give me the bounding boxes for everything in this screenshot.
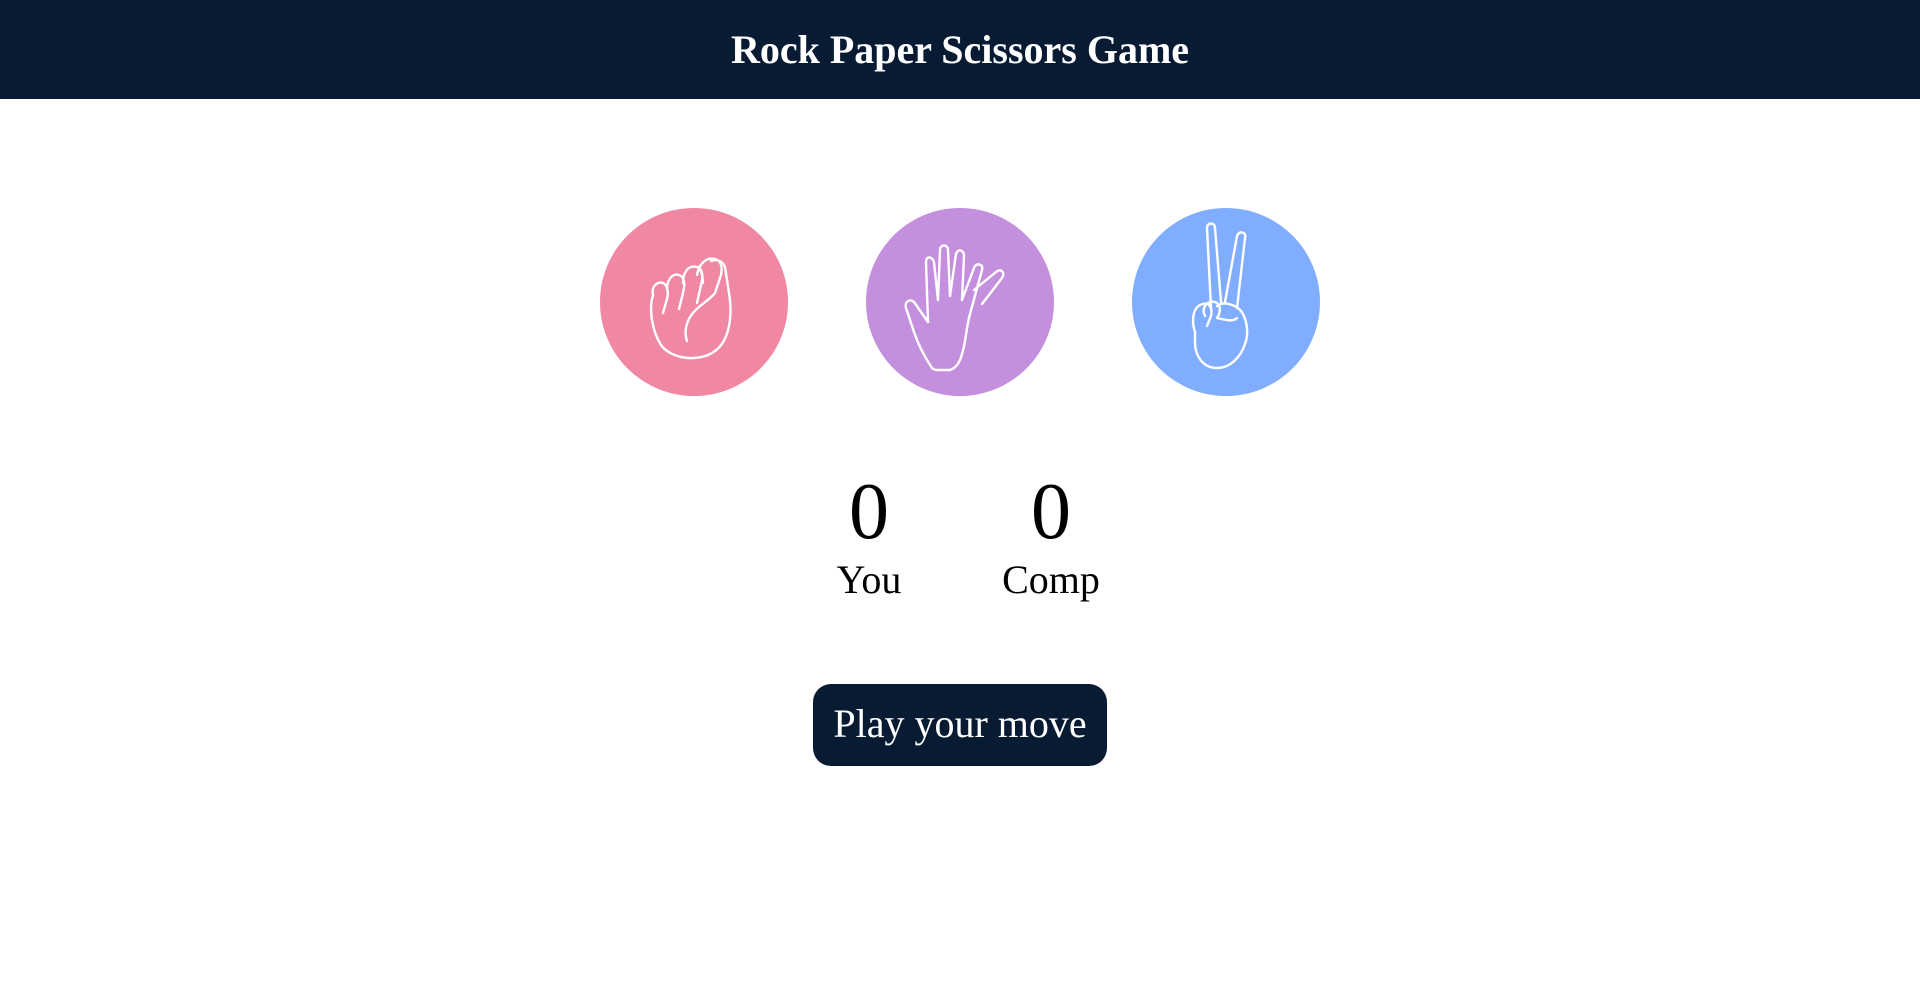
choice-rock[interactable] <box>600 208 788 396</box>
comp-score-label: Comp <box>1002 557 1100 602</box>
message-container: Play your move <box>0 684 1920 766</box>
choice-paper[interactable] <box>866 208 1054 396</box>
header-bar: Rock Paper Scissors Game <box>0 0 1920 99</box>
peace-hand-icon <box>1191 222 1249 370</box>
comp-score-value: 0 <box>1031 468 1071 556</box>
page-title: Rock Paper Scissors Game <box>730 27 1190 72</box>
choices-row <box>0 208 1920 396</box>
user-score-value: 0 <box>849 468 889 556</box>
choice-scissors[interactable] <box>1132 208 1320 396</box>
user-score-label: You <box>836 557 902 602</box>
user-score: 0 You <box>819 470 919 602</box>
status-message: Play your move <box>813 684 1107 766</box>
comp-score: 0 Comp <box>1001 470 1101 602</box>
open-hand-icon <box>904 244 1005 372</box>
score-board: 0 You 0 Comp <box>0 470 1920 602</box>
fist-icon <box>649 257 732 360</box>
